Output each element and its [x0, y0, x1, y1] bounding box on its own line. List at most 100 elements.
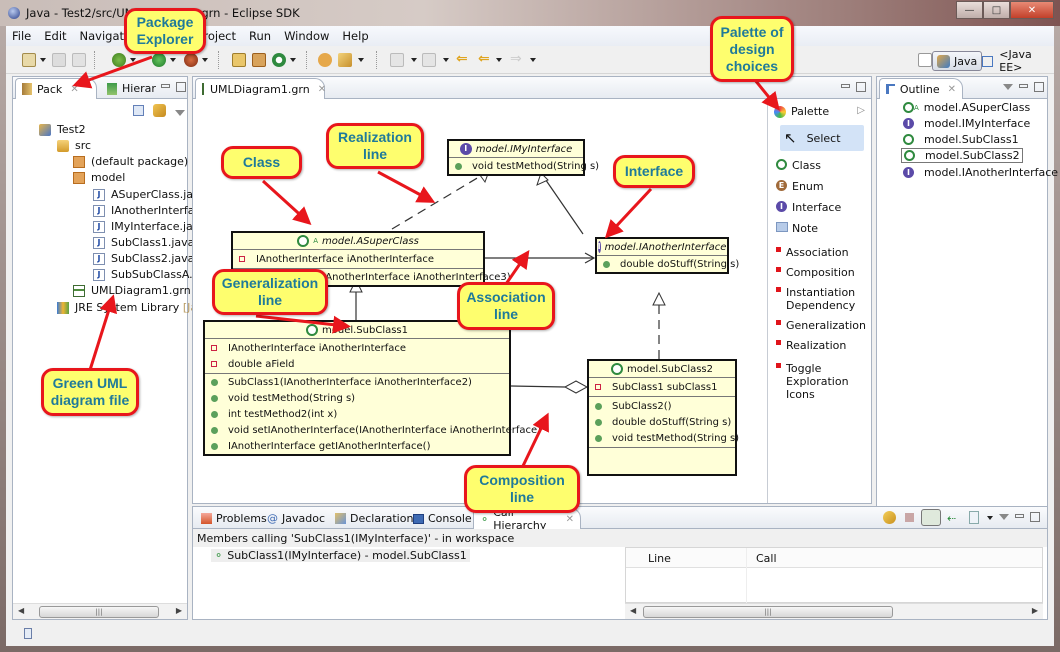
menu-run[interactable]: Run	[249, 29, 271, 43]
tree-item-default-package[interactable]: (default package)	[73, 155, 188, 168]
outline-item-subclass2[interactable]: model.SubClass2	[901, 148, 1023, 163]
next-annotation-icon[interactable]	[390, 53, 404, 67]
tree-item-src[interactable]: src	[57, 139, 91, 152]
forward-dropdown-icon[interactable]	[530, 58, 536, 62]
scroll-left-icon[interactable]: ◀	[630, 606, 636, 615]
palette-select-tool[interactable]: ↖ Select	[780, 125, 864, 151]
close-tab-icon[interactable]: ✕	[318, 84, 326, 95]
external-tools-icon[interactable]	[184, 53, 198, 67]
uml-method[interactable]: void testMethod(String s)	[472, 161, 599, 172]
previous-annotation-dropdown-icon[interactable]	[443, 58, 449, 62]
column-header-call[interactable]: Call	[756, 552, 777, 565]
palette-item-note[interactable]: Note	[776, 222, 818, 235]
tab-console[interactable]: Console	[407, 508, 478, 529]
maximize-editor-icon[interactable]	[856, 82, 866, 92]
tree-item-java-file[interactable]: J IMyInterface.java	[93, 220, 206, 233]
uml-method[interactable]: void testMethod(String s)	[612, 433, 739, 444]
scroll-right-icon[interactable]: ▶	[176, 606, 182, 615]
palette-item-interface[interactable]: I Interface	[776, 201, 841, 214]
uml-method[interactable]: int testMethod2(int x)	[228, 409, 337, 420]
minimize-editor-icon[interactable]	[841, 84, 850, 88]
uml-method[interactable]: double doStuff(String s)	[612, 417, 731, 428]
tree-item-model[interactable]: model	[73, 171, 125, 184]
show-callees-icon[interactable]: ⇠	[947, 512, 956, 525]
uml-field[interactable]: double aField	[228, 359, 294, 370]
tree-item-java-file[interactable]: J SubClass2.java	[93, 252, 194, 265]
fast-view-icon[interactable]	[24, 628, 32, 639]
uml-class-subclass1[interactable]: model.SubClass1 IAnotherInterface iAnoth…	[203, 320, 541, 456]
collapse-all-icon[interactable]	[133, 105, 144, 116]
new-class-dropdown-icon[interactable]	[290, 58, 296, 62]
outline-item-subclass1[interactable]: model.SubClass1	[903, 133, 1019, 146]
minimize-view-icon[interactable]	[1015, 514, 1024, 518]
tree-item-java-file[interactable]: J IAnotherInterface	[93, 204, 207, 217]
horizontal-scrollbar[interactable]: ◀ ||| ▶	[625, 603, 1043, 619]
palette-item-instantiation-dependency[interactable]: Instantiation Dependency	[776, 286, 866, 312]
menu-edit[interactable]: Edit	[44, 29, 66, 43]
last-edit-location-icon[interactable]: ⇐	[456, 52, 470, 67]
previous-annotation-icon[interactable]	[422, 53, 436, 67]
open-perspective-icon[interactable]	[918, 53, 932, 67]
palette-item-generalization[interactable]: Generalization	[776, 319, 866, 332]
tree-item-uml-diagram[interactable]: UMLDiagram1.grn	[73, 284, 191, 297]
external-tools-dropdown-icon[interactable]	[202, 58, 208, 62]
debug-dropdown-icon[interactable]	[130, 58, 136, 62]
uml-method[interactable]: SubClass2()	[612, 401, 672, 412]
link-with-editor-icon[interactable]	[153, 104, 166, 117]
run-dropdown-icon[interactable]	[170, 58, 176, 62]
uml-interface-imyinterface[interactable]: Imodel.IMyInterface void testMethod(Stri…	[447, 139, 599, 176]
new-icon[interactable]	[22, 53, 36, 67]
uml-field[interactable]: IAnotherInterface iAnotherInterface	[228, 343, 406, 354]
palette-item-toggle-exploration[interactable]: Toggle Exploration Icons	[776, 362, 856, 401]
uml-method[interactable]: void testMethod(String s)	[228, 393, 355, 404]
palette-item-class[interactable]: Class	[776, 159, 821, 172]
javaee-perspective-button[interactable]: <Java EE>	[982, 48, 1054, 74]
uml-method[interactable]: IAnotherInterface getIAnotherInterface()	[228, 441, 430, 452]
uml-method[interactable]: void setIAnotherInterface(IAnotherInterf…	[228, 425, 541, 436]
uml-class-subclass2[interactable]: model.SubClass2 SubClass1 subClass1 SubC…	[587, 359, 739, 476]
outline-item-asuperclass[interactable]: Amodel.ASuperClass	[903, 101, 1030, 114]
tab-hierarchy[interactable]: Hierar	[101, 78, 162, 99]
palette-header[interactable]: Palette	[774, 105, 829, 118]
palette-item-association[interactable]: Association	[776, 246, 849, 259]
minimize-button[interactable]: —	[956, 1, 983, 19]
close-tab-icon[interactable]: ✕	[948, 84, 956, 95]
debug-icon[interactable]	[112, 53, 126, 67]
back-icon[interactable]: ⇐	[478, 52, 492, 67]
close-tab-icon[interactable]: ✕	[566, 514, 574, 525]
show-callers-icon[interactable]	[921, 509, 941, 526]
view-menu-icon[interactable]	[999, 514, 1009, 520]
save-icon[interactable]	[52, 53, 66, 67]
minimize-view-icon[interactable]	[1019, 84, 1028, 88]
print-icon[interactable]	[72, 53, 86, 67]
new-dropdown-icon[interactable]	[40, 58, 46, 62]
cancel-search-icon[interactable]	[905, 513, 914, 522]
open-type-icon[interactable]	[318, 53, 332, 67]
scroll-left-icon[interactable]: ◀	[18, 606, 24, 615]
layout-dropdown-icon[interactable]	[987, 516, 993, 520]
new-java-project-icon[interactable]	[232, 53, 246, 67]
tab-package-explorer[interactable]: Pack ✕	[15, 78, 97, 99]
tree-item-project[interactable]: Test2	[39, 123, 86, 136]
tab-declaration[interactable]: Declaration	[329, 508, 419, 529]
next-annotation-dropdown-icon[interactable]	[411, 58, 417, 62]
java-perspective-button[interactable]: Java	[932, 51, 983, 71]
uml-field[interactable]: IAnotherInterface iAnotherInterface	[256, 254, 434, 265]
run-icon[interactable]	[152, 53, 166, 67]
new-java-class-icon[interactable]	[272, 53, 286, 67]
close-button[interactable]: ✕	[1010, 1, 1054, 19]
outline-item-imyinterface[interactable]: Imodel.IMyInterface	[903, 117, 1030, 130]
view-menu-icon[interactable]	[1003, 84, 1013, 90]
scrollbar-thumb[interactable]: |||	[643, 606, 893, 618]
new-java-package-icon[interactable]	[252, 53, 266, 67]
tree-item-java-file[interactable]: J SubClass1.java	[93, 236, 194, 249]
maximize-view-icon[interactable]	[1034, 82, 1044, 92]
palette-item-enum[interactable]: E Enum	[776, 180, 824, 193]
maximize-button[interactable]: □	[983, 1, 1010, 19]
menu-help[interactable]: Help	[342, 29, 368, 43]
palette-item-composition[interactable]: Composition	[776, 266, 855, 279]
palette-collapse-icon[interactable]: ▷	[857, 105, 865, 116]
tree-item-java-file[interactable]: J ASuperClass.java	[93, 188, 206, 201]
refresh-icon[interactable]	[883, 511, 896, 524]
back-dropdown-icon[interactable]	[496, 58, 502, 62]
